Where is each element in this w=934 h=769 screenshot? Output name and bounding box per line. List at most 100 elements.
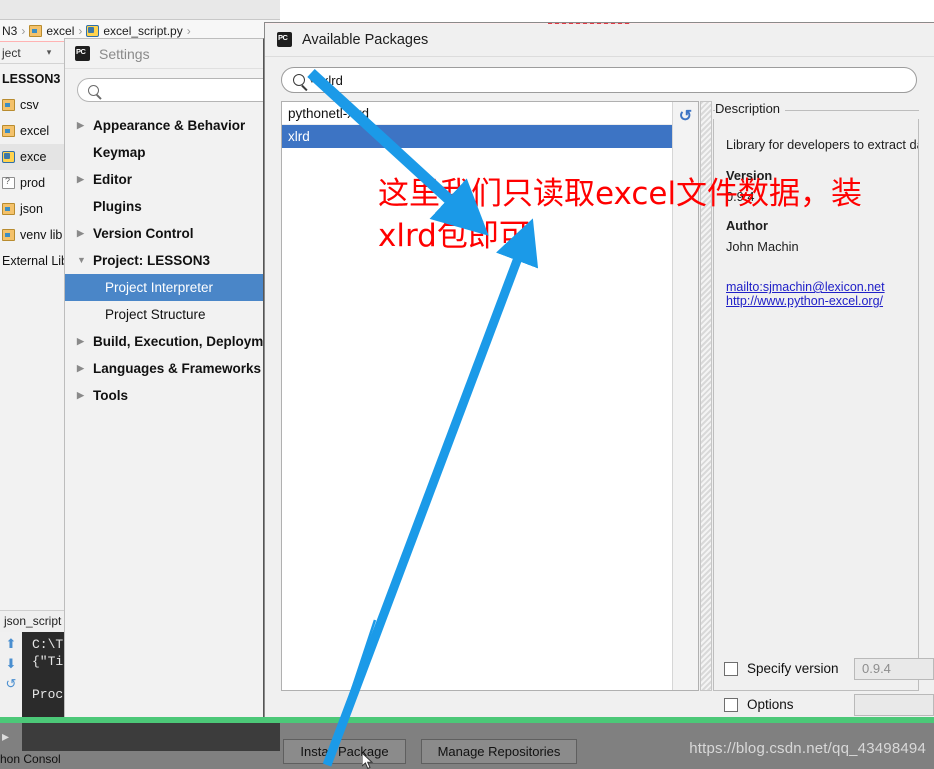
folder-icon — [2, 229, 15, 241]
tree-item-label: json — [20, 202, 43, 216]
console-footer-dark — [22, 723, 280, 751]
sidebar-item-label: Keymap — [93, 145, 146, 160]
sidebar-item-project-structure[interactable]: Project Structure — [65, 301, 263, 328]
settings-search-wrap — [65, 69, 263, 108]
annotation-text: 这里我们只读取excel文件数据，装 xlrd包即可 — [378, 176, 863, 254]
sidebar-item-build-execution-deployment[interactable]: ▶ Build, Execution, Deploym — [65, 328, 263, 355]
tree-item-label: csv — [20, 98, 39, 112]
options-checkbox[interactable] — [724, 697, 738, 712]
sidebar-item-label: Languages & Frameworks — [93, 361, 262, 376]
chevron-down-icon[interactable]: ▼ — [77, 256, 87, 265]
tree-item-label: excel — [20, 124, 50, 138]
sidebar-item-label: Build, Execution, Deploym — [93, 334, 263, 349]
folder-icon — [29, 24, 43, 37]
sidebar-item-label: Version Control — [93, 226, 194, 241]
sidebar-item-label: Editor — [93, 172, 132, 187]
breadcrumb-separator: › — [78, 23, 83, 38]
console-tab-json-script[interactable]: json_script — [0, 611, 65, 631]
sidebar-item-label: Plugins — [93, 199, 142, 214]
specify-version-field[interactable]: 0.9.4 — [854, 658, 934, 680]
settings-search-input[interactable] — [104, 83, 254, 97]
folder-icon — [2, 125, 15, 137]
chevron-down-icon[interactable]: ▼ — [308, 76, 316, 85]
project-homepage-link[interactable]: http://www.python-excel.org/ — [726, 294, 918, 308]
chevron-down-icon[interactable]: ▾ — [47, 47, 52, 58]
sidebar-item-label: Appearance & Behavior — [93, 118, 246, 133]
sidebar-item-editor[interactable]: ▶ Editor — [65, 166, 263, 193]
tree-item-label: venv lib — [20, 228, 63, 242]
sidebar-item-label: Project: LESSON3 — [93, 253, 211, 268]
chevron-right-icon[interactable]: ▶ — [77, 229, 87, 238]
description-legend-label: Description — [715, 101, 786, 116]
manage-repositories-button[interactable]: Manage Repositories — [421, 739, 577, 764]
chevron-right-icon[interactable]: ▶ — [77, 175, 87, 184]
list-item[interactable]: pythonetl-xlrd — [282, 102, 672, 125]
chevron-right-icon[interactable]: ▶ — [77, 121, 87, 130]
mouse-cursor-icon — [362, 753, 374, 769]
screenshot-root: N3 › excel › excel_script.py › ject ▾ LE… — [0, 0, 934, 769]
pycharm-logo-icon — [277, 32, 292, 47]
sidebar-item-label: Project Interpreter — [105, 280, 214, 295]
sidebar-item-appearance-behavior[interactable]: ▶ Appearance & Behavior — [65, 112, 263, 139]
refresh-icon[interactable]: ↺ — [677, 108, 694, 125]
console-gutter[interactable]: ⬆ ⬇ ↺ — [0, 632, 22, 717]
python-file-icon — [2, 151, 15, 163]
install-package-button[interactable]: Install Package — [283, 739, 406, 764]
console-run-icon[interactable]: ▸ — [2, 728, 9, 745]
chevron-right-icon[interactable]: ▶ — [77, 337, 87, 346]
sidebar-item-version-control[interactable]: ▶ Version Control — [65, 220, 263, 247]
python-file-icon — [86, 24, 100, 37]
folder-icon — [2, 99, 15, 111]
list-item[interactable]: xlrd — [282, 125, 672, 148]
description-summary: Library for developers to extract dat — [726, 137, 919, 152]
search-icon — [293, 74, 305, 86]
specify-version-checkbox[interactable] — [724, 661, 738, 676]
tree-item-label: LESSON3 — [2, 72, 61, 86]
settings-title-label: Settings — [99, 45, 150, 62]
unknown-file-icon — [2, 176, 15, 189]
options-field[interactable] — [854, 694, 934, 716]
arrow-down-icon[interactable]: ⬇ — [6, 657, 17, 670]
project-panel-label: ject — [2, 45, 21, 60]
chevron-right-icon[interactable]: ▶ — [77, 391, 87, 400]
arrow-up-icon[interactable]: ⬆ — [6, 637, 17, 650]
available-packages-title: Available Packages — [302, 31, 429, 48]
description-legend: Description — [713, 101, 919, 119]
loading-progress-bar — [548, 23, 630, 24]
sidebar-item-project-interpreter[interactable]: Project Interpreter — [65, 274, 263, 301]
python-console-tab[interactable]: hon Consol — [0, 752, 61, 766]
package-search-input[interactable] — [321, 72, 882, 88]
pycharm-logo-icon — [75, 46, 90, 61]
chevron-right-icon[interactable]: ▶ — [77, 364, 87, 373]
sidebar-item-plugins[interactable]: ▶ Plugins — [65, 193, 263, 220]
available-packages-search-row: ▼ — [265, 57, 934, 101]
settings-category-tree[interactable]: ▶ Appearance & Behavior ▶ Keymap ▶ Edito… — [65, 112, 263, 409]
author-email-link[interactable]: mailto:sjmachin@lexicon.net — [726, 280, 918, 294]
breadcrumb-item-file[interactable]: excel_script.py — [103, 24, 182, 38]
specify-version-row[interactable]: Specify version — [724, 661, 839, 676]
available-packages-dialog: Available Packages ▼ pythonetl-xlrd xlrd… — [264, 22, 934, 769]
specify-version-label: Specify version — [747, 661, 839, 676]
breadcrumb-separator: › — [21, 23, 26, 38]
search-icon — [88, 84, 99, 96]
breadcrumb-separator: › — [186, 23, 191, 38]
breadcrumb-item-excel[interactable]: excel — [46, 24, 74, 38]
folder-icon — [2, 203, 15, 215]
settings-dialog: Settings ▶ Appearance & Behavior ▶ Keyma… — [64, 38, 264, 717]
sidebar-item-tools[interactable]: ▶ Tools — [65, 382, 263, 409]
progress-dots — [548, 23, 630, 24]
package-search-box[interactable]: ▼ — [281, 67, 917, 93]
settings-title-bar: Settings — [65, 39, 263, 69]
sidebar-item-languages-frameworks[interactable]: ▶ Languages & Frameworks — [65, 355, 263, 382]
breadcrumb-item-project[interactable]: N3 — [2, 24, 17, 38]
ide-top-strip — [0, 0, 280, 20]
options-label: Options — [747, 697, 794, 712]
sidebar-item-label: Tools — [93, 388, 128, 403]
tree-item-label: External Lib — [2, 254, 69, 268]
settings-search-box[interactable] — [77, 78, 263, 102]
options-row[interactable]: Options — [724, 697, 794, 712]
sidebar-item-project-lesson3[interactable]: ▼ Project: LESSON3 — [65, 247, 263, 274]
rerun-icon[interactable]: ↺ — [6, 677, 17, 690]
sidebar-item-keymap[interactable]: ▶ Keymap — [65, 139, 263, 166]
tree-item-label: exce — [20, 150, 47, 164]
